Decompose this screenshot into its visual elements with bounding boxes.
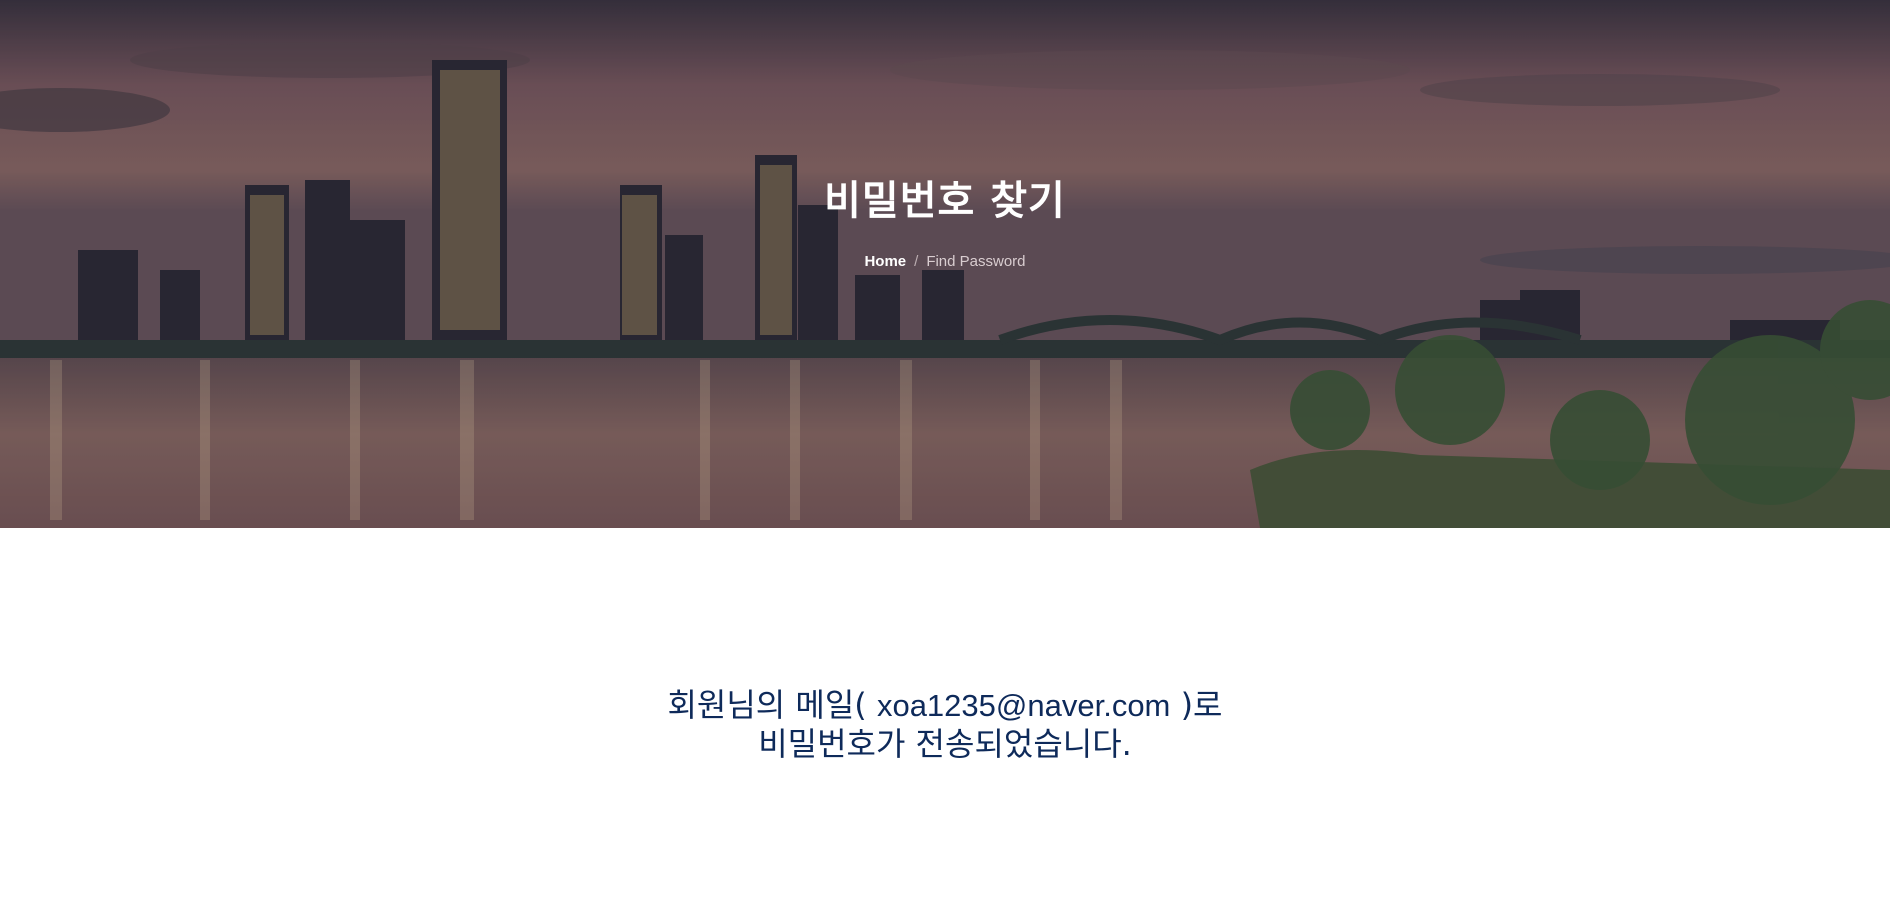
page-title: 비밀번호 찾기 [824, 178, 1066, 224]
message-line-2: 비밀번호가 전송되었습니다. [758, 725, 1132, 763]
password-sent-message: 회원님의 메일( xoa1235@naver.com )로 비밀번호가 전송되었… [0, 686, 1890, 763]
hero-banner: 비밀번호 찾기 Home / Find Password [0, 0, 1890, 528]
breadcrumb-current: Find Password [926, 253, 1026, 270]
breadcrumb: Home / Find Password [0, 253, 1890, 270]
hero-content: 비밀번호 찾기 Home / Find Password [0, 0, 1890, 528]
breadcrumb-home-link[interactable]: Home [864, 253, 906, 270]
breadcrumb-separator: / [914, 253, 919, 270]
message-line-1: 회원님의 메일( xoa1235@naver.com )로 [0, 686, 1890, 725]
message-prefix: 회원님의 메일( [667, 686, 877, 724]
email-address: xoa1235@naver.com [876, 688, 1171, 723]
message-suffix: )로 [1170, 686, 1223, 724]
